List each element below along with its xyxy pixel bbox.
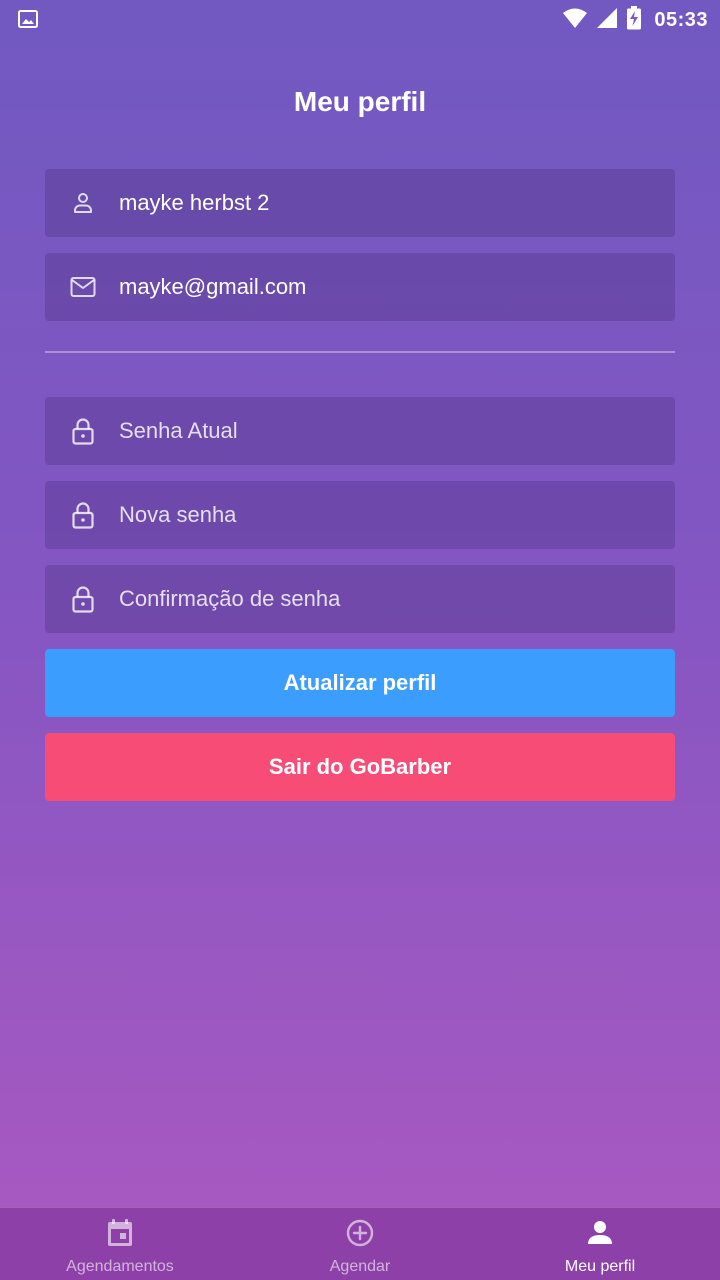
calendar-icon [105, 1218, 135, 1248]
new-password-placeholder: Nova senha [119, 502, 237, 527]
lock-icon [69, 585, 97, 613]
image-icon [18, 10, 38, 28]
tab-label: Meu perfil [564, 1258, 636, 1275]
tab-agendar[interactable]: Agendar [240, 1208, 480, 1280]
email-value: mayke@gmail.com [119, 274, 307, 299]
tab-meu-perfil[interactable]: Meu perfil [480, 1208, 720, 1280]
battery-charging-icon [626, 5, 642, 35]
old-password-placeholder: Senha Atual [119, 418, 238, 443]
confirm-password-placeholder: Confirmação de senha [119, 586, 341, 611]
add-circle-icon [345, 1218, 375, 1248]
name-field[interactable]: mayke herbst 2 [45, 169, 675, 237]
status-time: 05:33 [654, 8, 708, 31]
user-icon [69, 189, 97, 217]
name-value: mayke herbst 2 [119, 190, 270, 215]
signal-icon [596, 7, 618, 34]
logout-button[interactable]: Sair do GoBarber [45, 733, 675, 801]
lock-icon [69, 501, 97, 529]
tab-label: Agendamentos [66, 1258, 174, 1275]
person-icon [585, 1218, 615, 1248]
mail-icon [69, 273, 97, 301]
status-bar: 05:33 [0, 0, 720, 40]
update-profile-button[interactable]: Atualizar perfil [45, 649, 675, 717]
bottom-tab-bar: Agendamentos Agendar Meu perfil [0, 1207, 720, 1280]
wifi-icon [562, 7, 588, 34]
old-password-field[interactable]: Senha Atual [45, 397, 675, 465]
confirm-password-field[interactable]: Confirmação de senha [45, 565, 675, 633]
divider [45, 351, 675, 353]
tab-label: Agendar [329, 1258, 391, 1275]
tab-agendamentos[interactable]: Agendamentos [0, 1208, 240, 1280]
lock-icon [69, 417, 97, 445]
status-icons: 05:33 [562, 5, 708, 35]
profile-form: mayke herbst 2 mayke@gmail.com Senha Atu… [45, 169, 675, 817]
page-title: Meu perfil [293, 86, 427, 117]
email-field[interactable]: mayke@gmail.com [45, 253, 675, 321]
new-password-field[interactable]: Nova senha [45, 481, 675, 549]
